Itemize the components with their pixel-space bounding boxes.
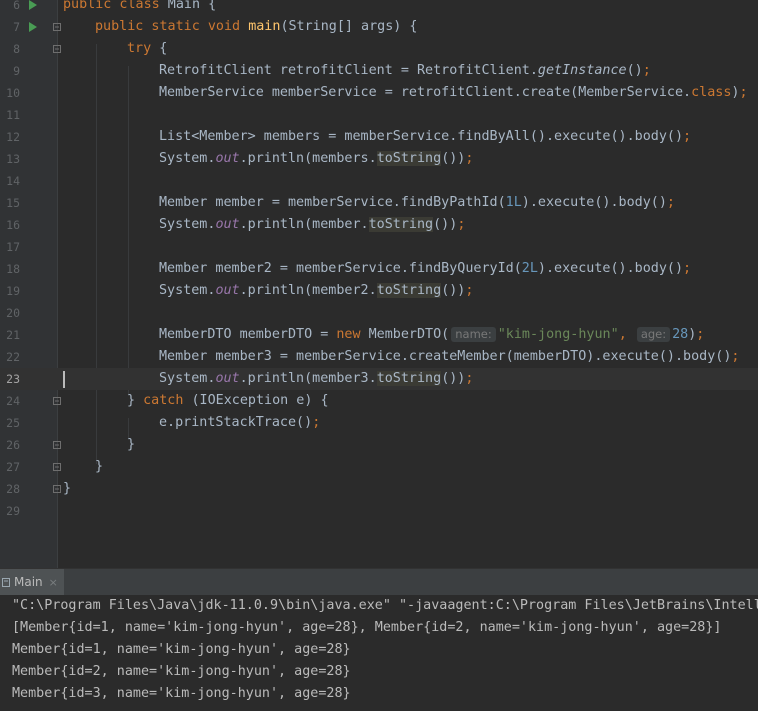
code-line[interactable]: 20 [0, 302, 758, 324]
code-line[interactable]: 14 [0, 170, 758, 192]
code-line[interactable]: 6 public class Main { [0, 0, 758, 16]
code-text: Member member3 = memberService.createMem… [159, 349, 740, 364]
fold-icon[interactable] [53, 485, 61, 493]
close-icon[interactable]: × [49, 576, 58, 589]
line-number: 6 [13, 0, 20, 12]
line-number: 11 [6, 108, 20, 122]
line-number: 26 [6, 438, 20, 452]
code-text: MemberDTO memberDTO = new MemberDTO(name… [159, 327, 705, 342]
line-number: 19 [6, 284, 20, 298]
fold-icon[interactable] [53, 23, 61, 31]
console-line: Member{id=1, name='kim-jong-hyun', age=2… [12, 642, 351, 657]
code-text: } [127, 437, 136, 452]
code-line[interactable]: 17 [0, 236, 758, 258]
line-number: 24 [6, 394, 20, 408]
run-tab-label: Main [14, 575, 43, 589]
line-number: 17 [6, 240, 20, 254]
code-text: System.out.println(members.toString()); [159, 151, 474, 166]
code-line[interactable]: 19 System.out.println(member2.toString()… [0, 280, 758, 302]
code-text: List<Member> members = memberService.fin… [159, 129, 692, 144]
console-line: Member{id=3, name='kim-jong-hyun', age=2… [12, 686, 351, 701]
code-line[interactable]: 13 System.out.println(members.toString()… [0, 148, 758, 170]
code-line[interactable]: 21 MemberDTO memberDTO = new MemberDTO(n… [0, 324, 758, 346]
line-number: 22 [6, 350, 20, 364]
code-line[interactable]: 15 Member member = memberService.findByP… [0, 192, 758, 214]
line-number: 8 [13, 42, 20, 56]
code-text: MemberService memberService = retrofitCl… [159, 85, 748, 100]
line-number: 9 [13, 64, 20, 78]
code-text: public static void main(String[] args) { [95, 19, 418, 34]
line-number: 16 [6, 218, 20, 232]
line-number: 25 [6, 416, 20, 430]
run-tab-main[interactable]: Main × [0, 569, 64, 595]
console-tab-icon [2, 577, 10, 587]
code-editor[interactable]: 6 public class Main { 7 public static vo… [0, 0, 758, 568]
code-text: e.printStackTrace(); [159, 415, 321, 430]
code-text: } catch (IOException e) { [127, 393, 329, 408]
line-number: 10 [6, 86, 20, 100]
code-line-current[interactable]: 23 System.out.println(member3.toString()… [0, 368, 758, 390]
line-number: 13 [6, 152, 20, 166]
console-line: Member{id=2, name='kim-jong-hyun', age=2… [12, 664, 351, 679]
code-text: public class Main { [63, 0, 217, 12]
code-line[interactable]: 26 } [0, 434, 758, 456]
line-number: 21 [6, 328, 20, 342]
line-number: 15 [6, 196, 20, 210]
run-tool-window: Main × "C:\Program Files\Java\jdk-11.0.9… [0, 568, 758, 711]
line-number: 23 [6, 372, 20, 386]
console-line: "C:\Program Files\Java\jdk-11.0.9\bin\ja… [12, 598, 758, 613]
line-number: 20 [6, 306, 20, 320]
code-line[interactable]: 24 } catch (IOException e) { [0, 390, 758, 412]
fold-icon[interactable] [53, 441, 61, 449]
run-icon[interactable] [29, 22, 37, 32]
code-text: System.out.println(member3.toString()); [159, 371, 474, 386]
code-line[interactable]: 9 RetrofitClient retrofitClient = Retrof… [0, 60, 758, 82]
code-text: } [63, 481, 72, 496]
code-text: Member member = memberService.findByPath… [159, 195, 675, 210]
code-line[interactable]: 11 [0, 104, 758, 126]
code-text: System.out.println(member.toString()); [159, 217, 466, 232]
code-line[interactable]: 28 } [0, 478, 758, 500]
code-text: try { [127, 41, 168, 56]
text-caret [63, 371, 65, 388]
code-line[interactable]: 7 public static void main(String[] args)… [0, 16, 758, 38]
code-line[interactable]: 10 MemberService memberService = retrofi… [0, 82, 758, 104]
line-number: 27 [6, 460, 20, 474]
code-line[interactable]: 22 Member member3 = memberService.create… [0, 346, 758, 368]
line-number: 7 [13, 20, 20, 34]
code-line[interactable]: 29 [0, 500, 758, 522]
code-text: System.out.println(member2.toString()); [159, 283, 474, 298]
run-icon[interactable] [29, 0, 37, 10]
code-text: } [95, 459, 104, 474]
fold-icon[interactable] [53, 463, 61, 471]
code-line[interactable]: 25 e.printStackTrace(); [0, 412, 758, 434]
fold-icon[interactable] [53, 45, 61, 53]
code-line[interactable]: 8 try { [0, 38, 758, 60]
code-text: Member member2 = memberService.findByQue… [159, 261, 692, 276]
code-line[interactable]: 12 List<Member> members = memberService.… [0, 126, 758, 148]
fold-icon[interactable] [53, 397, 61, 405]
parameter-hint-name: name: [451, 327, 496, 342]
parameter-hint-age: age: [636, 327, 671, 342]
code-line[interactable]: 18 Member member2 = memberService.findBy… [0, 258, 758, 280]
line-number: 18 [6, 262, 20, 276]
line-number: 12 [6, 130, 20, 144]
line-number: 28 [6, 482, 20, 496]
code-line[interactable]: 16 System.out.println(member.toString())… [0, 214, 758, 236]
line-number: 29 [6, 504, 20, 518]
code-line[interactable]: 27 } [0, 456, 758, 478]
run-tab-bar: Main × [0, 568, 758, 595]
console-line: [Member{id=1, name='kim-jong-hyun', age=… [12, 620, 722, 635]
code-text: RetrofitClient retrofitClient = Retrofit… [159, 63, 651, 78]
line-number: 14 [6, 174, 20, 188]
